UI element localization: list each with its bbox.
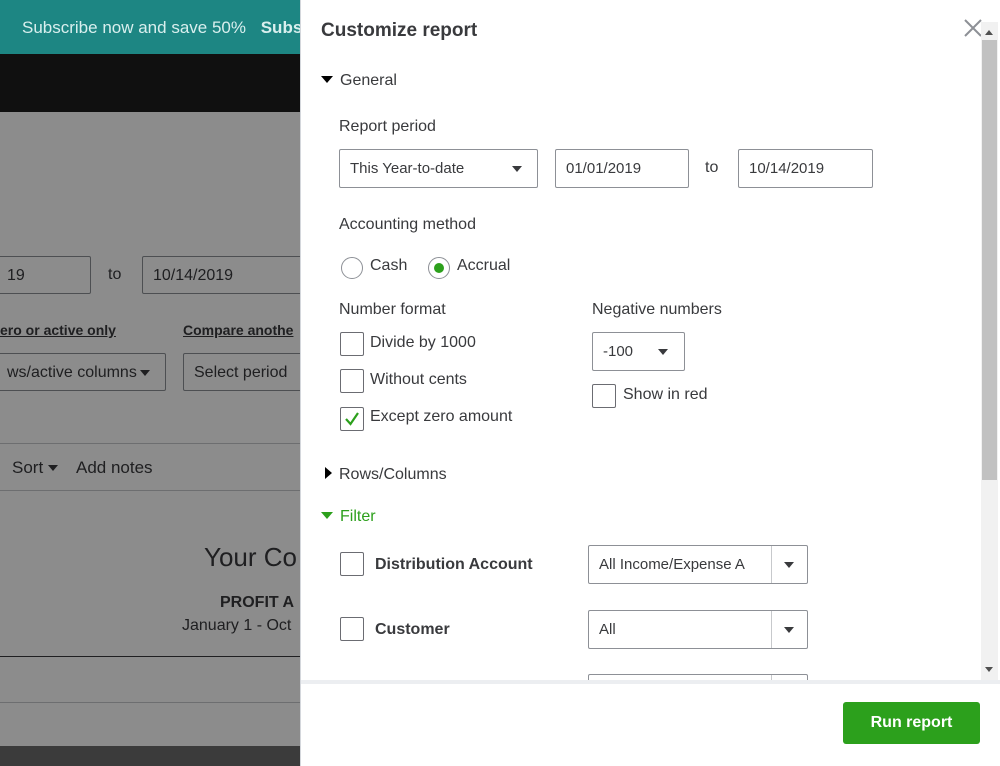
negative-numbers-select[interactable]: -100 <box>592 332 685 371</box>
section-rows-columns-label: Rows/Columns <box>339 466 447 483</box>
scrollbar-thumb[interactable] <box>982 40 997 480</box>
show-in-red-label: Show in red <box>623 386 708 403</box>
divider <box>771 611 772 648</box>
divide-by-1000-label: Divide by 1000 <box>370 334 476 351</box>
accrual-radio[interactable] <box>428 257 450 279</box>
caret-down-icon <box>321 512 333 519</box>
section-general-toggle[interactable]: General <box>321 72 397 90</box>
except-zero-checkbox[interactable] <box>340 407 364 431</box>
number-format-label: Number format <box>339 301 446 318</box>
footer-divider <box>301 680 1000 684</box>
cash-label: Cash <box>370 257 408 274</box>
show-in-red-checkbox[interactable] <box>592 384 616 408</box>
negative-numbers-label: Negative numbers <box>592 301 722 318</box>
drawer-title: Customize report <box>321 20 478 41</box>
caret-down-icon <box>321 76 333 83</box>
distribution-account-checkbox[interactable] <box>340 552 364 576</box>
section-filter-toggle[interactable]: Filter <box>321 508 376 526</box>
drawer-scrollbar[interactable] <box>981 22 998 682</box>
divider <box>771 546 772 583</box>
report-period-select[interactable]: This Year-to-date <box>339 149 538 188</box>
customer-value: All <box>599 621 616 638</box>
date-to-label: to <box>705 159 719 176</box>
distribution-account-select[interactable]: All Income/Expense A <box>588 545 808 584</box>
accrual-label: Accrual <box>457 257 511 274</box>
accounting-method-label: Accounting method <box>339 216 476 233</box>
without-cents-label: Without cents <box>370 371 467 388</box>
distribution-account-value: All Income/Expense A <box>599 556 745 573</box>
bottom-strip <box>0 746 300 766</box>
scroll-down-arrow-icon[interactable] <box>985 667 993 672</box>
section-rows-columns-toggle[interactable]: Rows/Columns <box>323 466 447 484</box>
customize-report-drawer: Customize report General Report period T… <box>300 0 1000 766</box>
checkmark-icon <box>345 412 359 426</box>
customer-select[interactable]: All <box>588 610 808 649</box>
customer-label: Customer <box>375 621 450 638</box>
caret-right-icon <box>325 467 332 479</box>
negative-numbers-value: -100 <box>603 343 634 360</box>
report-period-value: This Year-to-date <box>350 160 465 177</box>
divide-by-1000-checkbox[interactable] <box>340 332 364 356</box>
start-date-input[interactable]: 01/01/2019 <box>555 149 689 188</box>
without-cents-checkbox[interactable] <box>340 369 364 393</box>
except-zero-label: Except zero amount <box>370 408 513 425</box>
section-general-label: General <box>340 72 397 89</box>
customer-checkbox[interactable] <box>340 617 364 641</box>
promo-text: Subscribe now and save 50% <box>22 18 246 37</box>
distribution-account-label: Distribution Account <box>375 556 533 573</box>
report-period-label: Report period <box>339 118 436 135</box>
scroll-up-arrow-icon[interactable] <box>985 30 993 35</box>
chevron-down-icon <box>784 562 794 568</box>
radio-selected-dot <box>434 263 444 273</box>
chevron-down-icon <box>784 627 794 633</box>
section-filter-label: Filter <box>340 508 376 525</box>
cash-radio[interactable] <box>341 257 363 279</box>
chevron-down-icon <box>512 166 522 172</box>
chevron-down-icon <box>658 349 668 355</box>
run-report-button[interactable]: Run report <box>843 702 980 744</box>
subscribe-link[interactable]: Subs <box>261 18 303 37</box>
end-date-input[interactable]: 10/14/2019 <box>738 149 873 188</box>
drawer-scroll-area[interactable]: Customize report General Report period T… <box>301 0 1000 680</box>
